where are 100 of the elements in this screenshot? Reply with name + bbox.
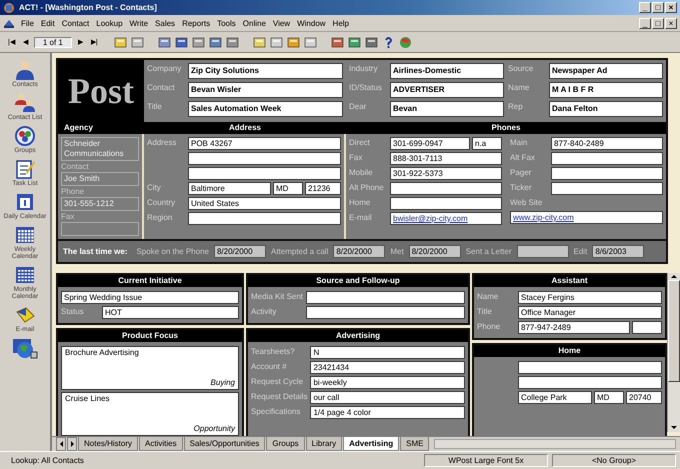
input-field[interactable] — [518, 361, 662, 374]
input-field[interactable]: Baltimore — [188, 182, 271, 195]
menu-item[interactable]: View — [272, 18, 292, 28]
notepad-icon — [14, 158, 36, 180]
menu-item[interactable]: Help — [332, 18, 350, 28]
input-field[interactable]: MD — [594, 391, 624, 404]
window-button[interactable]: □ — [652, 2, 664, 13]
tab[interactable]: Advertising — [343, 437, 400, 451]
input-field[interactable]: 888-301-7113 — [390, 152, 502, 165]
input-field[interactable]: N — [310, 346, 465, 359]
input-field[interactable] — [632, 321, 662, 334]
section-header: Advertising — [248, 330, 468, 342]
date-field[interactable]: 8/20/2000 — [408, 245, 461, 258]
input-field[interactable]: United States — [188, 197, 341, 210]
menu-item[interactable]: Write — [128, 18, 150, 28]
input-field[interactable] — [390, 197, 502, 210]
input-field[interactable]: 23421434 — [310, 361, 465, 374]
field-label: Alt Phone — [349, 182, 385, 194]
date-field[interactable]: 8/6/2003 — [592, 245, 644, 258]
input-field[interactable] — [306, 306, 465, 319]
input-field[interactable] — [518, 376, 662, 389]
window-button[interactable]: _ — [639, 2, 651, 13]
input-field[interactable]: 21236 — [305, 182, 341, 195]
input-field[interactable]: our call — [310, 391, 465, 404]
field-label: Home — [349, 197, 372, 209]
notes-field[interactable]: Brochure Advertising Buying — [61, 346, 239, 390]
window-button[interactable]: □ — [652, 18, 664, 28]
web-link[interactable]: www.zip-city.com — [513, 213, 574, 222]
input-field[interactable]: ADVERTISER — [390, 82, 504, 98]
input-field[interactable]: 877-947-2489 — [518, 321, 630, 334]
globe-icon[interactable] — [398, 36, 412, 48]
input-field[interactable]: Zip City Solutions — [188, 63, 343, 79]
input-field[interactable] — [551, 182, 663, 195]
section-header: Assistant — [474, 275, 665, 287]
date-field[interactable]: 8/20/2000 — [333, 245, 386, 258]
input-field[interactable]: 20740 — [626, 391, 662, 404]
field-label: Rep — [508, 101, 524, 113]
input-field[interactable]: Stacey Fergins — [518, 291, 662, 304]
input-field[interactable]: College Park — [518, 391, 592, 404]
input-field[interactable]: Newspaper Ad — [549, 63, 663, 79]
tab[interactable]: Notes/History — [78, 437, 138, 451]
input-field[interactable] — [551, 152, 663, 165]
field-label: Request Cycle — [251, 376, 304, 388]
input-field[interactable] — [188, 167, 341, 180]
input-field[interactable]: bi-weekly — [310, 376, 465, 389]
input-field[interactable]: Joe Smith — [61, 172, 139, 186]
input-field[interactable]: Bevan — [390, 101, 504, 117]
menu-item[interactable]: Tools — [216, 18, 237, 28]
input-field[interactable] — [306, 291, 465, 304]
tab[interactable]: SME — [400, 437, 430, 451]
input-field[interactable]: Airlines-Domestic — [390, 63, 504, 79]
window-button[interactable]: _ — [639, 18, 651, 28]
scrollbar[interactable] — [434, 439, 676, 449]
input-field[interactable]: Office Manager — [518, 306, 662, 319]
input-field[interactable]: 1/4 page 4 color — [310, 406, 465, 419]
field-label: Dear — [349, 101, 368, 113]
menu-item[interactable]: Reports — [181, 18, 212, 28]
tab[interactable]: Activities — [139, 437, 183, 451]
field-label: Status — [61, 306, 85, 318]
input-field[interactable]: Dana Felton — [549, 101, 663, 117]
input-field[interactable] — [390, 182, 502, 195]
menu-item[interactable]: Edit — [40, 18, 56, 28]
menu-item[interactable]: File — [20, 18, 35, 28]
input-field[interactable]: Spring Wedding Issue — [61, 291, 239, 304]
input-field[interactable] — [551, 167, 663, 180]
menu-item[interactable]: Online — [242, 18, 267, 28]
scroll-left-button[interactable] — [56, 437, 66, 451]
menu-item[interactable]: Sales — [154, 18, 176, 28]
input-field[interactable]: 301-699-0947 — [390, 137, 470, 150]
input-field[interactable]: HOT — [102, 306, 239, 319]
input-field[interactable]: M A I B F R — [549, 82, 663, 98]
notes-field[interactable]: Cruise Lines Opportunity — [61, 392, 239, 436]
input-field[interactable]: Sales Automation Week — [188, 101, 343, 117]
input-field[interactable]: 877-840-2489 — [551, 137, 663, 150]
input-field[interactable] — [61, 222, 139, 236]
tab[interactable]: Library — [306, 437, 342, 451]
scrollbar[interactable] — [667, 273, 680, 432]
input-field[interactable] — [188, 152, 341, 165]
input-field[interactable]: n.a — [472, 137, 502, 150]
field-label: Contact — [147, 82, 176, 94]
input-field[interactable]: Bevan Wisler — [188, 82, 343, 98]
input-field[interactable]: 301-922-5373 — [390, 167, 502, 180]
menu-item[interactable]: Window — [296, 18, 327, 28]
window-button[interactable]: × — [665, 18, 677, 28]
date-field[interactable] — [516, 245, 569, 258]
email-link[interactable]: bwisler@zip-city.com — [393, 214, 468, 223]
section-header: Source and Follow-up — [248, 275, 468, 287]
input-field[interactable]: bwisler@zip-city.com — [390, 212, 502, 225]
date-field[interactable]: 8/20/2000 — [214, 245, 266, 258]
tab[interactable]: Sales/Opportunities — [184, 437, 266, 451]
input-field[interactable]: www.zip-city.com — [510, 211, 663, 224]
input-field[interactable] — [188, 212, 341, 225]
input-field[interactable]: POB 43267 — [188, 137, 341, 150]
input-field[interactable]: 301-555-1212 — [61, 197, 139, 211]
menu-item[interactable]: Contact — [60, 18, 90, 28]
tab[interactable]: Groups — [266, 437, 305, 451]
scroll-right-button[interactable] — [67, 437, 77, 451]
menu-item[interactable]: Lookup — [95, 18, 124, 28]
input-field[interactable]: MD — [273, 182, 303, 195]
window-button[interactable]: × — [665, 2, 677, 13]
